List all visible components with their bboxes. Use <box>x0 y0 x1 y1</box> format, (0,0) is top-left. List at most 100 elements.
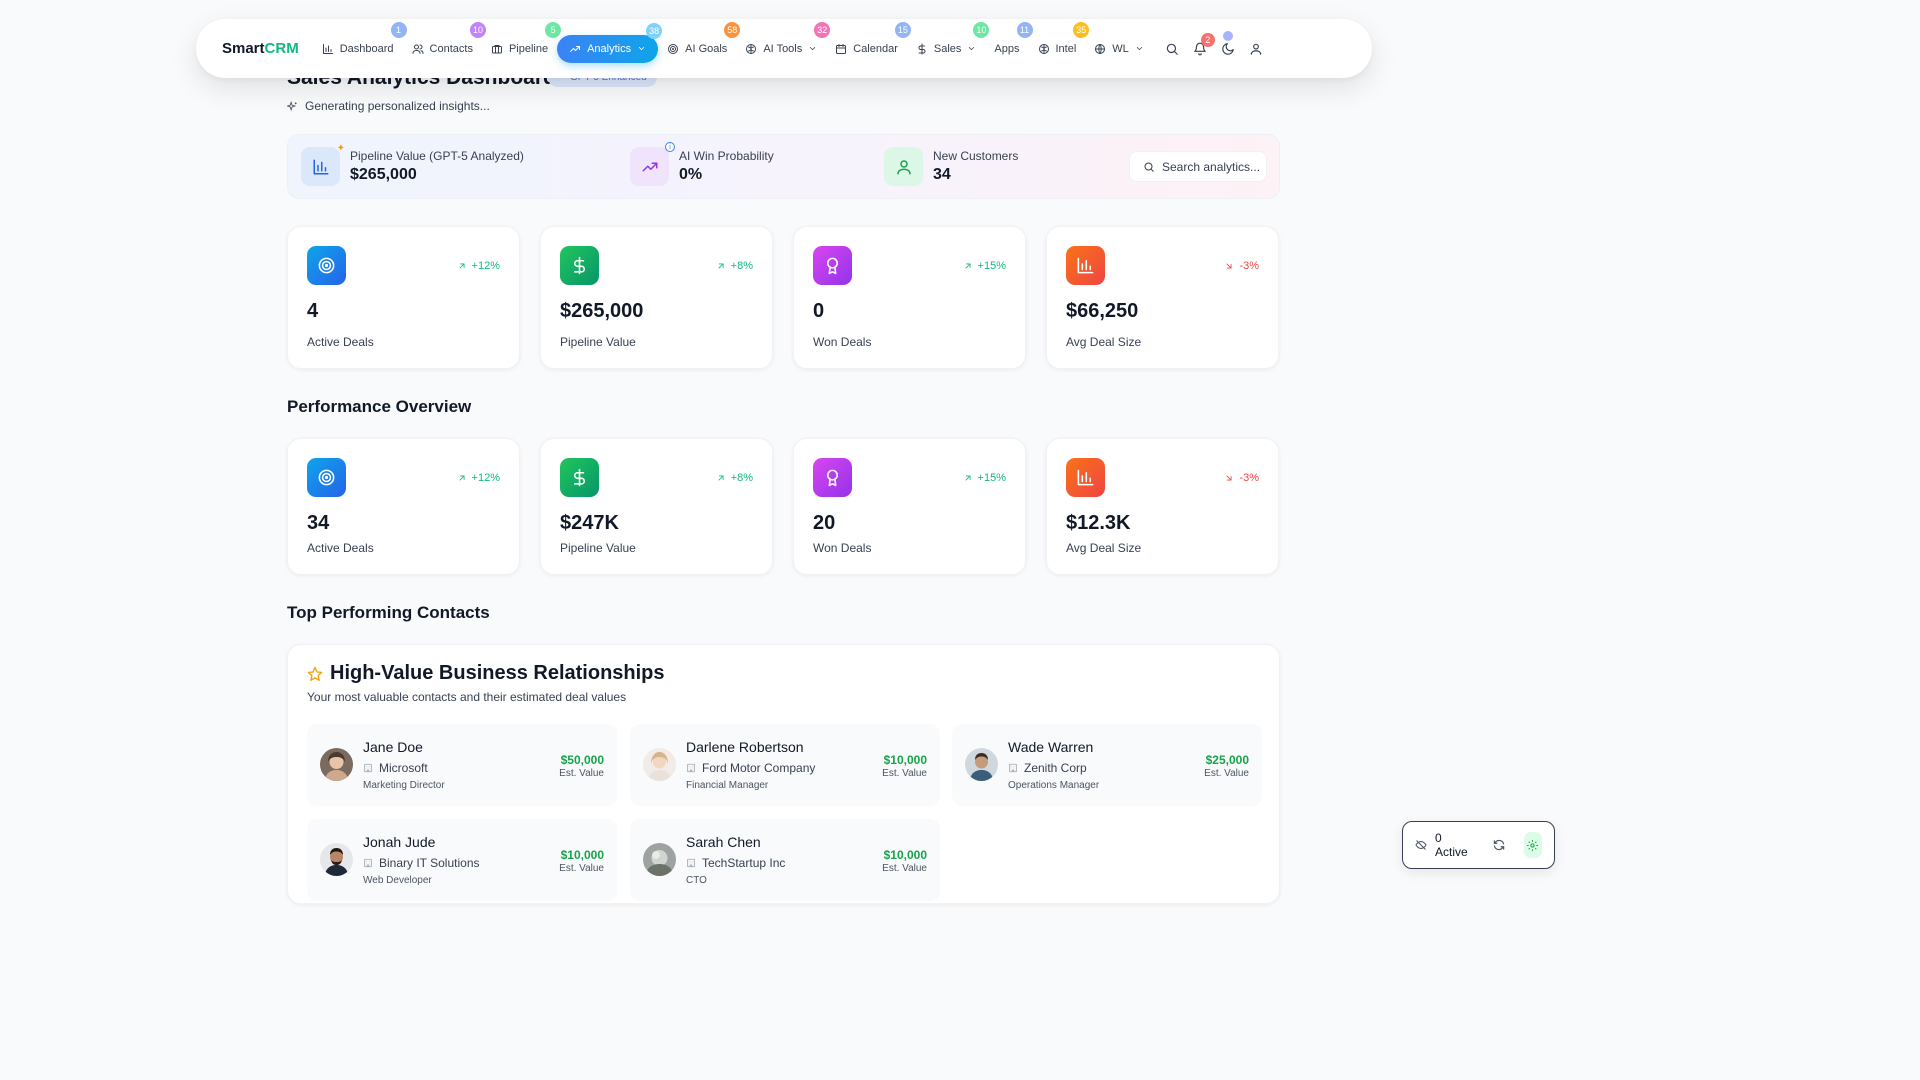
nav-label: Analytics <box>587 42 632 55</box>
info-icon[interactable]: i <box>665 142 675 152</box>
dollar-icon <box>573 468 585 487</box>
top-contacts-title: Top Performing Contacts <box>287 603 490 622</box>
nav-label: Calendar <box>853 42 898 55</box>
stat-card-active-deals[interactable]: +12% 4 Active Deals <box>287 226 520 369</box>
award-icon <box>826 257 839 275</box>
refresh-button[interactable] <box>1492 838 1506 852</box>
nav-item-calendar[interactable]: Calendar 15 <box>826 21 911 64</box>
avatar <box>320 843 353 876</box>
company-name: Ford Motor Company <box>702 761 816 775</box>
stat-value: $265,000 <box>560 300 644 322</box>
nav-label: Intel <box>1055 42 1077 55</box>
contact-role: Marketing Director <box>363 780 445 791</box>
stat-label: Avg Deal Size <box>1066 541 1142 555</box>
stat-icon-box <box>1066 458 1105 497</box>
contacts-card-title: High-Value Business Relationships <box>307 662 665 685</box>
trend-indicator: +8% <box>716 260 753 272</box>
users-icon <box>412 44 424 54</box>
contact-card[interactable]: Jonah Jude Binary IT Solutions Web Devel… <box>307 819 617 901</box>
brand-logo[interactable]: SmartCRM <box>222 40 299 57</box>
page-subtitle: Generating personalized insights... <box>287 99 490 113</box>
nav-item-analytics[interactable]: Analytics 38 <box>557 22 663 63</box>
trend-value: +12% <box>471 260 500 272</box>
nav-item-contacts[interactable]: Contacts 10 <box>403 21 486 64</box>
stat-card-won-deals[interactable]: +15% 0 Won Deals <box>793 226 1026 369</box>
bar-chart-icon <box>1077 257 1094 274</box>
perf-card-active-deals[interactable]: +12% 34 Active Deals <box>287 438 520 575</box>
trend-indicator: +8% <box>716 472 753 484</box>
est-value-label: Est. Value <box>1204 768 1249 779</box>
contact-company: Zenith Corp <box>1008 761 1087 775</box>
brain-icon <box>1038 43 1049 54</box>
nav-actions: 2 <box>1165 32 1263 56</box>
contact-value: $25,000 <box>1205 753 1249 767</box>
contact-card[interactable]: Sarah Chen TechStartup Inc CTO $10,000 E… <box>630 819 940 901</box>
stat-value: $12.3K <box>1066 512 1131 534</box>
trend-indicator: +15% <box>963 472 1006 484</box>
stat-label: Pipeline Value <box>560 335 636 349</box>
nav-item-ai-goals[interactable]: AI Goals 58 <box>658 21 741 64</box>
globe-icon <box>1095 43 1106 54</box>
nav-item-intel[interactable]: Intel 35 <box>1029 21 1090 64</box>
company-name: TechStartup Inc <box>702 856 786 870</box>
notification-badge: 2 <box>1200 32 1215 47</box>
contact-card[interactable]: Jane Doe Microsoft Marketing Director $5… <box>307 724 617 806</box>
company-name: Zenith Corp <box>1024 761 1087 775</box>
subtitle-text: Generating personalized insights... <box>305 99 490 113</box>
dollar-icon <box>573 256 585 275</box>
nav-item-dashboard[interactable]: Dashboard 1 <box>313 21 407 64</box>
kpi-label: Pipeline Value (GPT-5 Analyzed) <box>350 149 524 163</box>
contact-role: Web Developer <box>363 875 432 886</box>
target-icon <box>318 469 335 486</box>
company-name: Microsoft <box>379 761 428 775</box>
user-icon <box>1250 43 1262 55</box>
building-icon <box>687 763 695 773</box>
trend-value: +15% <box>977 260 1006 272</box>
nav-item-ai-tools[interactable]: AI Tools 32 <box>736 21 831 64</box>
sparkles-icon <box>287 100 297 111</box>
contact-name: Jonah Jude <box>363 834 436 850</box>
est-value-label: Est. Value <box>559 768 604 779</box>
nav-item-apps[interactable]: Apps 11 <box>985 21 1033 64</box>
theme-toggle-button[interactable] <box>1221 42 1235 56</box>
stat-value: 0 <box>813 300 825 322</box>
perf-card-avg-deal-size[interactable]: -3% $12.3K Avg Deal Size <box>1046 438 1279 575</box>
perf-card-won-deals[interactable]: +15% 20 Won Deals <box>793 438 1026 575</box>
contact-role: Operations Manager <box>1008 780 1100 791</box>
kpi-new-customers: New Customers 34 <box>884 147 1018 186</box>
stat-label: Won Deals <box>813 335 872 349</box>
eye-off-icon[interactable] <box>1415 839 1427 851</box>
nav-item-sales[interactable]: Sales 10 <box>907 21 990 64</box>
kpi-icon-box: ✦ <box>301 143 345 186</box>
bar-chart-icon <box>313 159 328 174</box>
search-analytics-input[interactable]: Search analytics... <box>1129 151 1267 182</box>
settings-button[interactable] <box>1523 832 1542 858</box>
bar-chart-icon <box>1077 469 1094 486</box>
trend-indicator: +12% <box>457 472 500 484</box>
contact-name: Darlene Robertson <box>686 739 804 755</box>
nav-label: AI Tools <box>763 42 803 55</box>
building-icon <box>687 858 695 868</box>
notifications-button[interactable]: 2 <box>1193 32 1215 56</box>
trend-indicator: +12% <box>457 260 500 272</box>
nav-label: Contacts <box>429 42 473 55</box>
stat-label: Avg Deal Size <box>1066 335 1142 349</box>
contact-card[interactable]: Wade Warren Zenith Corp Operations Manag… <box>952 724 1262 806</box>
arrow-up-right-icon <box>965 475 971 481</box>
stat-card-pipeline-value[interactable]: +8% $265,000 Pipeline Value <box>540 226 773 369</box>
stat-icon-box <box>307 246 346 285</box>
nav-item-pipeline[interactable]: Pipeline 5 <box>482 21 562 64</box>
stat-card-avg-deal-size[interactable]: -3% $66,250 Avg Deal Size <box>1046 226 1279 369</box>
stat-label: Pipeline Value <box>560 541 636 555</box>
nav-item-wl[interactable]: WL <box>1085 34 1153 64</box>
avatar <box>643 843 676 876</box>
nav-label: Apps <box>994 42 1020 55</box>
building-icon <box>364 763 372 773</box>
contact-card[interactable]: Darlene Robertson Ford Motor Company Fin… <box>630 724 940 806</box>
gear-icon <box>1527 839 1539 851</box>
perf-card-pipeline-value[interactable]: +8% $247K Pipeline Value <box>540 438 773 575</box>
profile-button[interactable] <box>1249 42 1263 56</box>
search-button[interactable] <box>1165 42 1179 56</box>
stat-value: 4 <box>307 300 319 322</box>
contact-role: CTO <box>686 875 707 886</box>
